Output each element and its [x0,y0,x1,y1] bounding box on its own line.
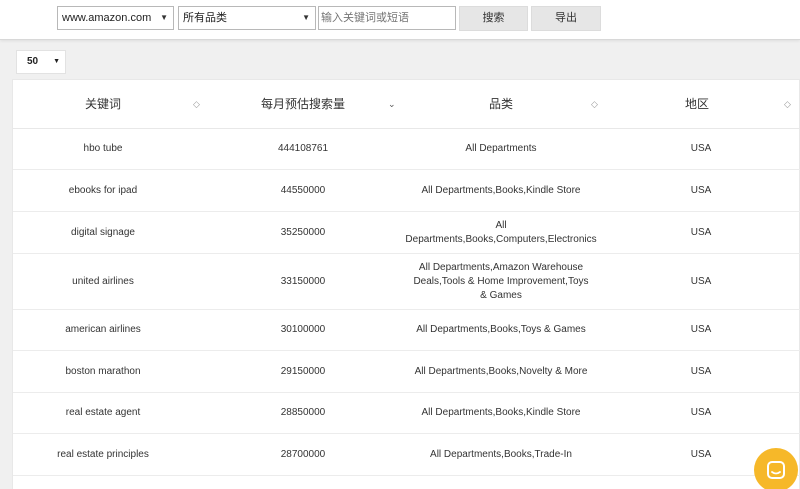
cell-keyword: real estate principles [57,448,149,460]
cell-region: USA [690,275,712,287]
cell-keyword: united airlines [72,275,134,287]
toolbar: www.amazon.com ▼ 所有品类 ▼ 搜索 导出 [0,0,800,40]
cell-volume: 30100000 [280,324,326,335]
category-select-value: 所有品类 [183,12,227,24]
export-button[interactable]: 导出 [531,6,601,31]
cell-volume: 35250000 [280,226,326,238]
cell-category: All Departments [465,143,537,154]
cell-category: All Departments,Books,Kindle Store [421,407,581,418]
table-row: ebooks for ipad 44550000 All Departments… [13,170,800,212]
cell-category: All Departments,Books,Computers,Electron… [405,219,597,245]
page-size-select[interactable]: 50 ▼ [16,50,66,74]
cell-category: All Departments,Books,Kindle Store [421,184,581,196]
sort-icon[interactable]: ◇ [591,80,598,129]
cell-region: USA [690,365,712,377]
table-row: boston marathon 29150000 All Departments… [13,351,800,393]
cell-keyword: american airlines [65,324,141,335]
sort-icon[interactable]: ◇ [193,80,200,129]
cell-category: All Departments,Books,Trade-In [430,448,572,460]
category-select[interactable]: 所有品类 ▼ [178,6,316,30]
table-row: digital signage 35250000 All Departments… [13,212,800,254]
results-table: 关键词 ◇ 每月预估搜索量 ⌄ 品类 ◇ 地区 ◇ hbo tube 44410… [12,79,800,489]
cell-keyword: real estate agent [65,407,141,418]
chevron-down-icon: ▼ [302,13,310,22]
chat-button[interactable] [754,448,798,489]
cell-keyword: hbo tube [83,143,123,154]
cell-keyword: ebooks for ipad [68,184,138,196]
header-volume[interactable]: 每月预估搜索量 [213,80,393,129]
site-select[interactable]: www.amazon.com ▼ [57,6,174,30]
page-size-value: 50 [27,56,39,67]
header-keyword[interactable]: 关键词 [13,80,193,129]
cell-category: All Departments,Books,Novelty & More [414,365,588,377]
header-region[interactable]: 地区 [613,80,781,129]
cell-region: USA [690,324,712,335]
header-category[interactable]: 品类 [409,80,593,129]
table-header: 关键词 ◇ 每月预估搜索量 ⌄ 品类 ◇ 地区 ◇ [13,80,800,129]
site-select-value: www.amazon.com [62,12,152,24]
cell-category: All Departments,Amazon Warehouse Deals,T… [413,261,589,301]
chevron-down-icon: ▼ [160,13,168,22]
cell-volume: 444108761 [277,143,329,154]
chat-icon [767,461,785,479]
cell-region: USA [690,226,712,238]
search-input[interactable] [318,6,456,30]
cell-region: USA [690,143,712,154]
cell-region: USA [690,184,712,196]
table-row: real estate principles 28700000 All Depa… [13,434,800,476]
table-row: real estate agent 28850000 All Departmen… [13,393,800,434]
chevron-down-icon: ▼ [53,58,60,65]
cell-volume: 29150000 [280,365,326,377]
table-row: american airlines 30100000 All Departmen… [13,310,800,351]
cell-volume: 44550000 [280,184,326,196]
cell-keyword: digital signage [71,226,135,238]
sort-icon[interactable]: ◇ [784,80,791,129]
cell-region: USA [690,407,712,418]
cell-volume: 33150000 [280,275,326,287]
cell-volume: 28850000 [280,407,326,418]
cell-keyword: boston marathon [65,365,141,377]
cell-volume: 28700000 [280,448,326,460]
table-row: hbo tube 444108761 All Departments USA [13,129,800,170]
table-row: united airlines 33150000 All Departments… [13,254,800,310]
search-button[interactable]: 搜索 [459,6,528,31]
sort-desc-icon[interactable]: ⌄ [388,80,396,129]
cell-category: All Departments,Books,Toys & Games [416,324,586,335]
